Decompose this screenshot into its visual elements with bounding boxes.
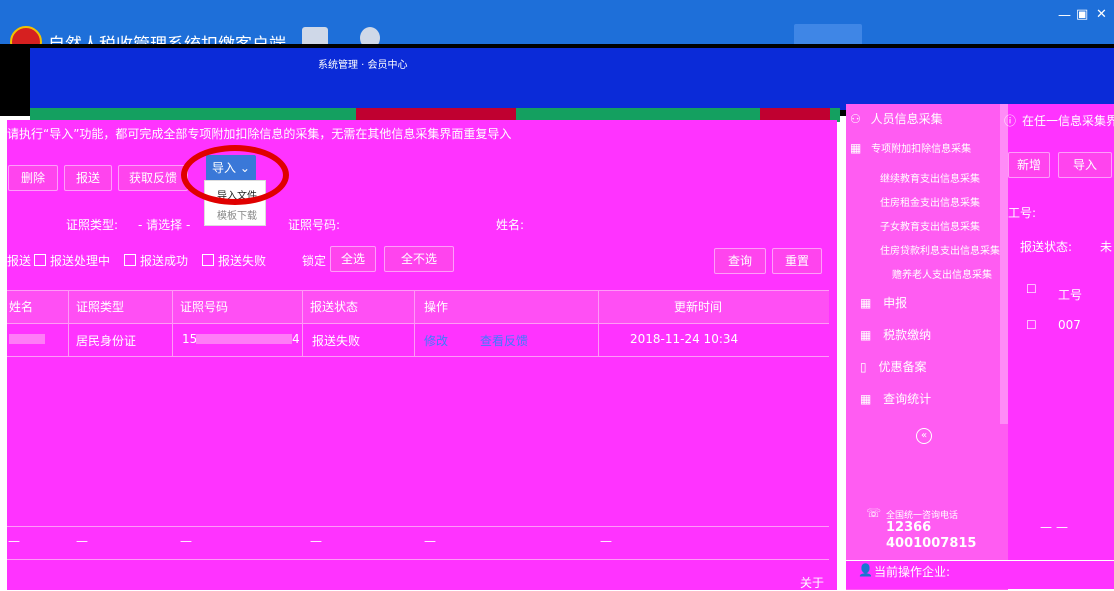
query-button[interactable]: 查询 — [714, 248, 766, 274]
cell-updated: 2018-11-24 10:34 — [630, 332, 739, 346]
report-button[interactable]: 报送 — [64, 165, 112, 191]
checkbox-icon — [202, 254, 214, 266]
delete-button[interactable]: 删除 — [8, 165, 58, 191]
sub-item-education[interactable]: 继续教育支出信息采集 — [880, 170, 980, 185]
sub-item-children[interactable]: 子女教育支出信息采集 — [880, 218, 980, 233]
failure-filter[interactable]: 报送失败 — [202, 252, 266, 269]
select-all-button[interactable]: 全选 — [330, 246, 376, 272]
scrollbar[interactable] — [1000, 104, 1008, 424]
minimize-button[interactable]: — — [1058, 8, 1071, 23]
checkbox-icon — [34, 254, 46, 266]
lock-label: 锁定 — [302, 254, 327, 268]
name-label: 姓名: — [496, 218, 525, 232]
status-label: 报送状态: — [1020, 240, 1073, 254]
footer-cell: — — [424, 534, 436, 548]
sidebar-item-label: 人员信息采集 — [870, 112, 943, 126]
edit-link[interactable]: 修改 — [424, 332, 448, 349]
hotline-1: 12366 — [886, 520, 932, 535]
reset-button[interactable]: 重置 — [772, 248, 822, 274]
footer-cell: — — [180, 534, 192, 548]
processing-label: 报送处理中 — [50, 254, 111, 268]
sub-item-elderly[interactable]: 赡养老人支出信息采集 — [892, 266, 992, 281]
doc-icon: ▯ — [860, 360, 867, 374]
section-label: 税款缴纳 — [883, 328, 932, 342]
cell-id-no-tail: 4 — [292, 332, 300, 346]
collapse-button[interactable]: « — [916, 428, 932, 444]
view-feedback-link[interactable]: 查看反馈 — [480, 332, 528, 349]
cell-id-type: 居民身份证 — [76, 334, 137, 348]
grid-icon: ▦ — [860, 392, 872, 406]
footer-cell: — — [8, 534, 20, 548]
nav-band-inner: 系统管理 · 会员中心 — [30, 48, 1114, 110]
sub-item-rent[interactable]: 住房租金支出信息采集 — [880, 194, 980, 209]
user-box[interactable] — [794, 24, 862, 46]
user-icon: 👤 — [858, 563, 873, 577]
col-id-type[interactable]: 证照类型 — [76, 298, 124, 315]
redacted-name — [9, 334, 45, 344]
right-info-text: 在任一信息采集界 — [1022, 114, 1114, 128]
title-bar: 自然人税收管理系统扣缴客户端 — ▣ ✕ — [0, 0, 1114, 58]
id-type-select[interactable]: - 请选择 - — [138, 216, 190, 233]
redacted-id — [196, 334, 292, 344]
status-value[interactable]: 未 — [1100, 238, 1112, 255]
new-button[interactable]: 新增 — [1008, 152, 1050, 178]
get-feedback-button[interactable]: 获取反馈 — [118, 165, 188, 191]
cell-status: 报送失败 — [312, 334, 361, 348]
id-type-label: 证照类型: — [66, 218, 119, 232]
sidebar-section-query[interactable]: ▦ 查询统计 — [860, 390, 931, 407]
header-checkbox[interactable]: ☐ — [1026, 282, 1037, 296]
grid-icon: ▦ — [850, 141, 862, 155]
sidebar-section-declare[interactable]: ▦ 申报 — [860, 294, 907, 311]
info-icon: ⓘ — [1004, 114, 1017, 128]
notice-text: 请执行“导入”功能，都可完成全部专项附加扣除信息的采集，无需在其他信息采集界面重… — [7, 127, 512, 141]
right-import-button[interactable]: 导入 — [1058, 152, 1112, 178]
col-updated[interactable]: 更新时间 — [674, 298, 722, 315]
footer-cell: — — [600, 534, 612, 548]
failure-label: 报送失败 — [218, 254, 267, 268]
section-label: 优惠备案 — [878, 360, 927, 374]
phone-icon: ☏ — [866, 506, 882, 520]
id-no-label: 证照号码: — [288, 218, 341, 232]
highlight-circle — [181, 145, 289, 205]
current-company-label: 当前操作企业: — [874, 565, 951, 579]
about-link[interactable]: 关于 — [800, 574, 824, 591]
processing-filter[interactable]: 报送处理中 — [34, 252, 110, 269]
col-name[interactable]: 姓名 — [9, 298, 33, 315]
right-footer-cell: — — [1056, 520, 1068, 534]
deselect-all-button[interactable]: 全不选 — [384, 246, 454, 272]
sidebar-item-people[interactable]: ⚇ 人员信息采集 — [850, 110, 943, 127]
sidebar-section-tax-payment[interactable]: ▦ 税款缴纳 — [860, 326, 931, 343]
section-label: 查询统计 — [883, 392, 932, 406]
toolbar-caption: 系统管理 · 会员中心 — [318, 60, 408, 71]
people-icon: ⚇ — [850, 112, 861, 126]
sub-item-loan[interactable]: 住房贷款利息支出信息采集 — [880, 242, 1000, 257]
grid-icon: ▦ — [860, 328, 872, 342]
sidebar-item-deduction[interactable]: ▦ 专项附加扣除信息采集 — [850, 140, 971, 155]
col-id-no[interactable]: 证照号码 — [180, 298, 228, 315]
table-footer — [7, 526, 829, 560]
work-no-header: 工号 — [1058, 288, 1083, 302]
grid-icon: ▦ — [860, 296, 872, 310]
unreported-filter[interactable]: 报送 — [7, 252, 31, 269]
hotline-2: 4001007815 — [886, 536, 977, 551]
close-button[interactable]: ✕ — [1096, 7, 1107, 22]
col-action[interactable]: 操作 — [424, 298, 448, 315]
row-checkbox[interactable]: ☐ — [1026, 318, 1037, 332]
section-label: 申报 — [883, 296, 908, 310]
sidebar-item-label: 专项附加扣除信息采集 — [871, 144, 972, 155]
success-label: 报送成功 — [140, 254, 189, 268]
template-download-item[interactable]: 模板下载 — [217, 207, 257, 222]
footer-cell: — — [310, 534, 322, 548]
col-status[interactable]: 报送状态 — [310, 298, 358, 315]
maximize-button[interactable]: ▣ — [1076, 7, 1088, 22]
cell-id-no: 15 — [182, 332, 198, 346]
sidebar-section-preference[interactable]: ▯ 优惠备案 — [860, 358, 926, 375]
right-footer-cell: — — [1040, 520, 1052, 534]
checkbox-icon — [124, 254, 136, 266]
work-no-cell: 007 — [1058, 318, 1081, 332]
work-no-label: 工号: — [1008, 206, 1037, 220]
success-filter[interactable]: 报送成功 — [124, 252, 188, 269]
footer-cell: — — [76, 534, 88, 548]
